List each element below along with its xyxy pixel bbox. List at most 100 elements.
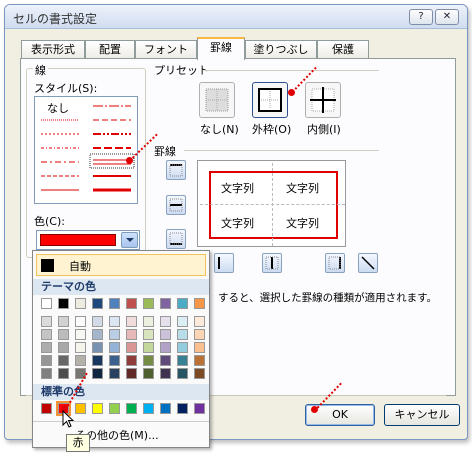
line-style-samples[interactable] [35, 97, 137, 203]
standard-color-swatch[interactable] [143, 403, 154, 414]
palette-divider [33, 421, 209, 422]
border-left-button[interactable] [214, 253, 234, 273]
theme-color-swatch[interactable] [75, 329, 86, 340]
theme-color-swatch[interactable] [126, 368, 137, 379]
theme-color-swatch[interactable] [109, 342, 120, 353]
theme-color-swatch[interactable] [109, 298, 120, 309]
preset-outline-button[interactable] [252, 82, 288, 118]
cancel-button[interactable]: キャンセル [384, 404, 460, 426]
theme-color-swatch[interactable] [143, 342, 154, 353]
theme-color-swatch[interactable] [177, 316, 188, 327]
theme-color-swatch[interactable] [41, 342, 52, 353]
border-middle-button[interactable] [166, 195, 186, 215]
help-button[interactable]: ? [409, 9, 433, 25]
theme-color-swatch[interactable] [41, 329, 52, 340]
theme-color-swatch[interactable] [75, 355, 86, 366]
theme-color-swatch[interactable] [160, 298, 171, 309]
theme-color-swatch[interactable] [41, 316, 52, 327]
auto-color-label: 自動 [69, 260, 91, 273]
theme-color-swatch[interactable] [126, 355, 137, 366]
tab-font[interactable]: フォント [135, 40, 197, 59]
theme-color-swatch[interactable] [58, 329, 69, 340]
standard-color-swatch[interactable] [177, 403, 188, 414]
theme-color-swatch[interactable] [177, 342, 188, 353]
preview-cell-text: 文字列 [221, 182, 254, 195]
theme-color-swatch[interactable] [41, 298, 52, 309]
theme-color-swatch[interactable] [92, 355, 103, 366]
border-top-button[interactable] [166, 160, 186, 180]
theme-color-swatch[interactable] [92, 329, 103, 340]
theme-color-swatch[interactable] [109, 316, 120, 327]
theme-color-swatch[interactable] [75, 316, 86, 327]
tab-border[interactable]: 罫線 [197, 37, 245, 60]
border-right-button[interactable] [325, 253, 345, 273]
theme-color-swatch[interactable] [177, 329, 188, 340]
theme-color-swatch[interactable] [58, 316, 69, 327]
annotation-dot [288, 89, 295, 96]
theme-color-swatch[interactable] [160, 355, 171, 366]
standard-color-swatch[interactable] [160, 403, 171, 414]
tab-number-format[interactable]: 表示形式 [21, 40, 85, 59]
theme-color-swatch[interactable] [143, 368, 154, 379]
theme-color-swatch[interactable] [75, 298, 86, 309]
theme-color-swatch[interactable] [58, 342, 69, 353]
theme-color-swatch[interactable] [126, 316, 137, 327]
theme-color-swatch[interactable] [58, 298, 69, 309]
tab-fill[interactable]: 塗りつぶし [245, 40, 317, 59]
theme-color-swatch[interactable] [194, 329, 205, 340]
line-style-list[interactable]: なし [34, 96, 138, 204]
standard-color-swatch[interactable] [126, 403, 137, 414]
theme-color-swatch[interactable] [160, 342, 171, 353]
standard-color-swatch[interactable] [109, 403, 120, 414]
theme-color-swatch[interactable] [194, 355, 205, 366]
theme-color-swatch[interactable] [194, 342, 205, 353]
border-diagonal-button[interactable] [358, 253, 378, 273]
theme-color-swatch[interactable] [143, 329, 154, 340]
standard-color-swatch[interactable] [92, 403, 103, 414]
tab-protection[interactable]: 保護 [317, 40, 369, 59]
theme-color-swatch[interactable] [194, 298, 205, 309]
theme-color-swatch[interactable] [41, 368, 52, 379]
theme-color-swatch[interactable] [194, 316, 205, 327]
preset-inside-button[interactable] [305, 82, 341, 118]
theme-color-swatch[interactable] [92, 368, 103, 379]
theme-color-swatch[interactable] [177, 368, 188, 379]
selected-color-swatch [40, 234, 116, 246]
theme-color-swatch[interactable] [109, 329, 120, 340]
theme-color-swatch[interactable] [160, 368, 171, 379]
theme-color-swatch[interactable] [143, 298, 154, 309]
auto-color-item[interactable]: 自動 [36, 254, 206, 276]
theme-color-swatch[interactable] [92, 316, 103, 327]
theme-color-swatch[interactable] [58, 368, 69, 379]
border-center-button[interactable] [262, 253, 282, 273]
preset-none-button[interactable] [199, 82, 235, 118]
theme-color-swatch[interactable] [126, 329, 137, 340]
theme-color-swatch[interactable] [92, 342, 103, 353]
border-bottom-button[interactable] [166, 229, 186, 249]
theme-color-swatch[interactable] [143, 355, 154, 366]
border-preview[interactable]: 文字列 文字列 文字列 文字列 [197, 160, 346, 247]
theme-color-swatch[interactable] [126, 298, 137, 309]
theme-color-swatch[interactable] [160, 316, 171, 327]
border-left-icon [218, 257, 220, 269]
line-color-dropdown[interactable] [36, 230, 140, 250]
theme-color-swatch[interactable] [126, 342, 137, 353]
theme-color-swatch[interactable] [177, 298, 188, 309]
tab-alignment[interactable]: 配置 [85, 40, 135, 59]
close-button[interactable]: ✕ [435, 9, 459, 25]
theme-color-swatch[interactable] [92, 298, 103, 309]
theme-color-swatch[interactable] [109, 368, 120, 379]
standard-color-swatch[interactable] [194, 403, 205, 414]
mouse-cursor-icon [62, 410, 75, 428]
theme-color-swatch[interactable] [41, 355, 52, 366]
theme-color-swatch[interactable] [143, 316, 154, 327]
standard-color-swatch[interactable] [41, 403, 52, 414]
theme-color-swatch[interactable] [194, 368, 205, 379]
border-middle-icon [169, 198, 183, 212]
theme-color-swatch[interactable] [75, 342, 86, 353]
theme-color-swatch[interactable] [160, 329, 171, 340]
theme-color-swatch[interactable] [109, 355, 120, 366]
theme-color-swatch[interactable] [177, 355, 188, 366]
dropdown-arrow-button[interactable] [121, 232, 138, 248]
theme-color-swatch[interactable] [58, 355, 69, 366]
